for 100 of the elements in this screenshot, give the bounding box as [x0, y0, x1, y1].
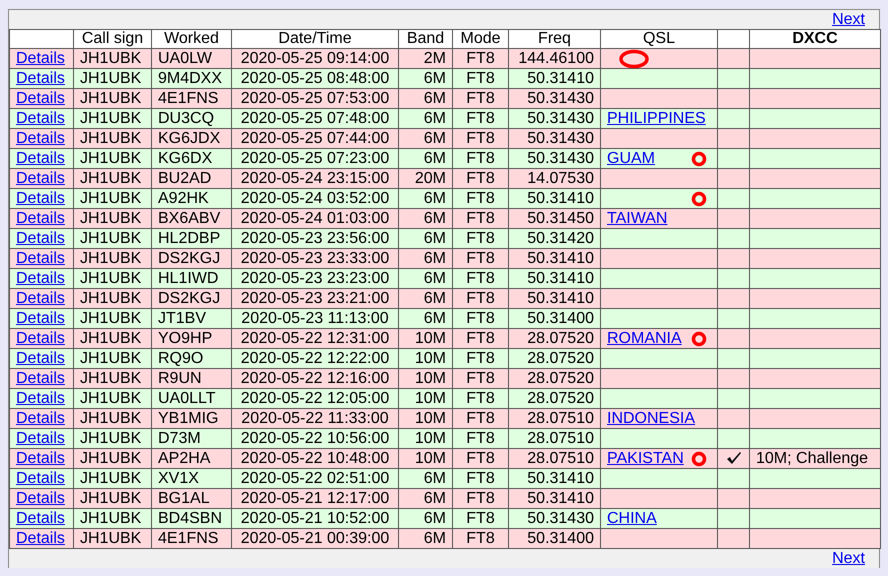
- table-cell: FT8: [466, 130, 495, 146]
- column-header: QSL: [642, 30, 675, 47]
- next-link[interactable]: Next: [832, 11, 865, 28]
- table-cell: 10M: [414, 450, 446, 466]
- table-cell: JH1UBK: [80, 350, 142, 366]
- table-cell: YB1MIG: [158, 410, 218, 426]
- table-cell: AP2HA: [158, 450, 210, 466]
- table-cell: XV1X: [158, 470, 199, 486]
- table-cell: JH1UBK: [80, 330, 142, 346]
- column-header: Mode: [460, 30, 501, 47]
- table-cell: 10M: [414, 390, 446, 406]
- table-cell: FT8: [466, 150, 495, 166]
- table-cell: 2020-05-23 11:13:00: [241, 310, 389, 326]
- table-cell: FT8: [466, 430, 495, 446]
- table-cell: 20M: [414, 170, 446, 186]
- table-cell: 2020-05-22 11:33:00: [241, 410, 389, 426]
- table-cell: JH1UBK: [80, 250, 142, 266]
- table-cell: JH1UBK: [80, 370, 142, 386]
- table-cell: 50.31430: [527, 110, 594, 126]
- table-cell: JH1UBK: [80, 490, 142, 506]
- table-cell: 2020-05-24 03:52:00: [240, 190, 390, 206]
- table-cell: 2020-05-22 10:56:00: [240, 430, 390, 446]
- table-cell: JH1UBK: [80, 50, 142, 66]
- table-cell: 9M4DXX: [158, 70, 222, 86]
- table-cell: 50.31410: [527, 470, 594, 486]
- table-cell: 144.46100: [518, 50, 594, 66]
- table-cell: RQ9O: [158, 350, 204, 366]
- column-header: Worked: [164, 30, 219, 47]
- table-cell: 28.07510: [527, 410, 594, 426]
- table-cell: 50.31410: [527, 490, 594, 506]
- table-cell: 28.07510: [527, 450, 594, 466]
- table-cell: UA0LW: [158, 50, 212, 66]
- table-cell: JH1UBK: [80, 390, 142, 406]
- table-cell: 6M: [424, 470, 446, 486]
- table-cell: FT8: [466, 290, 495, 306]
- table-cell: JH1UBK: [80, 90, 142, 106]
- table-cell: HL1IWD: [158, 270, 218, 286]
- table-cell: FT8: [466, 90, 495, 106]
- table-cell: HL2DBP: [158, 230, 220, 246]
- table-cell: JH1UBK: [80, 190, 142, 206]
- table-cell: FT8: [466, 110, 495, 126]
- table-cell: JH1UBK: [80, 110, 142, 126]
- table-cell: 2020-05-25 07:44:00: [240, 130, 390, 146]
- table-cell: BG1AL: [158, 490, 210, 506]
- table-cell: FT8: [466, 490, 495, 506]
- table-cell: JH1UBK: [80, 530, 142, 546]
- column-header: Call sign: [82, 30, 144, 47]
- table-cell: 2020-05-23 23:56:00: [240, 230, 390, 246]
- table-cell: JH1UBK: [80, 170, 142, 186]
- table-cell: 50.31430: [527, 90, 594, 106]
- table-cell: 2020-05-23 23:33:00: [240, 250, 390, 266]
- table-cell: UA0LLT: [158, 390, 216, 406]
- table-cell: FT8: [466, 390, 495, 406]
- table-cell: 10M: [414, 430, 446, 446]
- table-cell: KG6DX: [158, 150, 212, 166]
- table-cell: 50.31410: [527, 290, 594, 306]
- table-cell: 50.31430: [527, 130, 594, 146]
- table-cell: 28.07520: [527, 330, 594, 346]
- table-cell: 6M: [424, 90, 446, 106]
- table-cell: FT8: [466, 350, 495, 366]
- table-cell: FT8: [466, 510, 495, 526]
- table-cell: R9UN: [158, 370, 202, 386]
- table-cell: FT8: [466, 270, 495, 286]
- table-cell: 6M: [424, 130, 446, 146]
- table-cell: 6M: [424, 150, 446, 166]
- table-cell: 50.31450: [527, 210, 594, 226]
- table-cell: FT8: [466, 310, 495, 326]
- table-cell: D73M: [158, 430, 201, 446]
- table-cell: FT8: [466, 530, 495, 546]
- table-cell: 14.07530: [527, 170, 594, 186]
- table-cell: 28.07520: [527, 350, 594, 366]
- next-link[interactable]: Next: [832, 550, 865, 567]
- table-cell: JH1UBK: [80, 230, 142, 246]
- table-cell: 10M; Challenge: [756, 450, 868, 466]
- table-cell: JH1UBK: [80, 70, 142, 86]
- table-cell: 6M: [424, 110, 446, 126]
- table-cell: FT8: [466, 250, 495, 266]
- table-cell: FT8: [466, 410, 495, 426]
- table-cell: JH1UBK: [80, 150, 142, 166]
- table-cell: 2020-05-24 01:03:00: [240, 210, 390, 226]
- table-cell: 2020-05-21 12:17:00: [240, 490, 390, 506]
- table-cell: 6M: [424, 70, 446, 86]
- table-cell: JH1UBK: [80, 290, 142, 306]
- table-cell: JH1UBK: [80, 210, 142, 226]
- column-header: Freq: [538, 30, 571, 47]
- table-cell: DS2KGJ: [158, 250, 220, 266]
- table-cell: FT8: [466, 450, 495, 466]
- table-cell: 6M: [424, 210, 446, 226]
- table-cell: 10M: [414, 330, 446, 346]
- table-cell: 6M: [424, 310, 446, 326]
- table-cell: BX6ABV: [158, 210, 220, 226]
- table-cell: JH1UBK: [80, 450, 142, 466]
- table-cell: 50.31430: [527, 510, 594, 526]
- table-cell: 2020-05-23 23:23:00: [240, 270, 390, 286]
- table-cell: JT1BV: [158, 310, 206, 326]
- table-cell: JH1UBK: [80, 410, 142, 426]
- table-cell: 4E1FNS: [158, 530, 218, 546]
- table-cell: BU2AD: [158, 170, 212, 186]
- table-cell: 2020-05-22 12:16:00: [240, 370, 390, 386]
- table-cell: 50.31400: [527, 310, 594, 326]
